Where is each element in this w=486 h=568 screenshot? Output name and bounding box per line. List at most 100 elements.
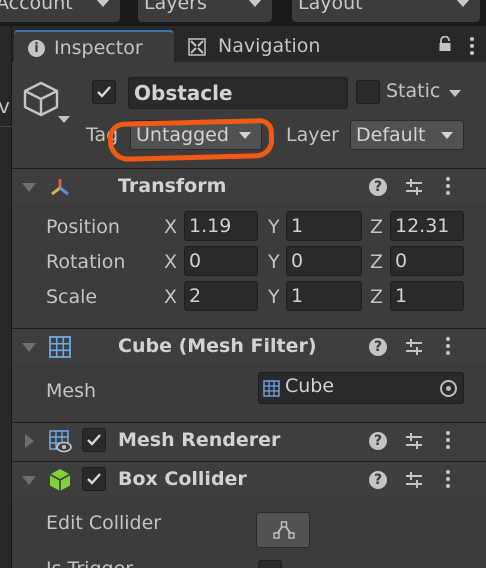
info-icon: i: [28, 40, 45, 57]
presets-icon[interactable]: [404, 471, 424, 489]
box-collider-header[interactable]: Box Collider ?: [12, 461, 486, 497]
divider: [0, 126, 12, 127]
gameobject-cube-icon[interactable]: [22, 80, 60, 118]
position-y-field[interactable]: 1: [286, 211, 362, 241]
foldout-arrow-icon[interactable]: [22, 343, 36, 352]
position-z-field[interactable]: 12.31: [390, 211, 464, 241]
axis-y-label[interactable]: Y: [268, 251, 280, 273]
layout-dropdown[interactable]: Layout: [292, 0, 480, 22]
chevron-down-icon: [239, 132, 251, 139]
tab-inspector[interactable]: i Inspector: [14, 30, 174, 62]
box-collider-title: Box Collider: [118, 468, 247, 490]
presets-icon[interactable]: [404, 338, 424, 356]
axis-y-label[interactable]: Y: [268, 216, 280, 238]
axis-x-label[interactable]: X: [164, 251, 177, 273]
mesh-object-field[interactable]: Cube: [258, 372, 464, 404]
account-label: Account: [0, 0, 73, 14]
tag-value: Untagged: [136, 124, 229, 146]
foldout-arrow-icon[interactable]: [22, 476, 36, 485]
tab-navigation-label: Navigation: [218, 35, 321, 57]
axis-z-label[interactable]: Z: [370, 251, 383, 273]
mesh-value: Cube: [285, 375, 335, 397]
help-icon[interactable]: ?: [369, 178, 387, 196]
static-dropdown-chevron-icon[interactable]: [449, 90, 461, 97]
component-menu-icon[interactable]: [446, 431, 450, 452]
box-collider-enabled-checkbox[interactable]: [82, 467, 106, 491]
chevron-down-icon: [96, 0, 110, 7]
foldout-arrow-icon[interactable]: [25, 434, 34, 448]
inspector-panel: Obstacle Static Tag Untagged Layer Defau…: [12, 62, 486, 568]
help-icon[interactable]: ?: [369, 338, 387, 356]
tab-navigation[interactable]: Navigation: [182, 30, 362, 62]
lock-icon[interactable]: [438, 36, 452, 52]
chevron-down-icon: [456, 0, 470, 7]
checkmark-icon: [87, 434, 101, 446]
layer-value: Default: [356, 124, 426, 146]
mesh-renderer-title: Mesh Renderer: [118, 429, 281, 451]
scale-z-field[interactable]: 1: [390, 281, 464, 311]
rotation-z-field[interactable]: 0: [390, 246, 464, 276]
account-dropdown[interactable]: Account: [0, 0, 120, 22]
layers-dropdown[interactable]: Layers: [138, 0, 272, 22]
chevron-down-icon: [248, 0, 262, 7]
gameobject-header: Obstacle Static Tag Untagged Layer Defau…: [12, 62, 486, 170]
gameobject-name-field[interactable]: Obstacle: [128, 77, 348, 109]
chevron-down-icon[interactable]: [58, 116, 70, 123]
layout-label: Layout: [298, 0, 363, 14]
position-x-field[interactable]: 1.19: [184, 211, 258, 241]
is-trigger-checkbox[interactable]: [258, 560, 282, 568]
box-collider-icon: [49, 469, 71, 491]
static-checkbox[interactable]: [356, 80, 380, 104]
mesh-renderer-enabled-checkbox[interactable]: [82, 428, 106, 452]
help-icon[interactable]: ?: [369, 471, 387, 489]
position-label: Position: [46, 216, 120, 238]
scale-x-field[interactable]: 2: [184, 281, 258, 311]
scale-y-field[interactable]: 1: [286, 281, 362, 311]
toolbar: Account Layers Layout: [0, 0, 486, 26]
edit-collider-button[interactable]: [256, 512, 310, 548]
axis-z-label[interactable]: Z: [370, 216, 383, 238]
tag-dropdown[interactable]: Untagged: [130, 120, 262, 150]
is-trigger-label: Is Trigger: [46, 558, 133, 568]
component-menu-icon[interactable]: [446, 470, 450, 491]
layer-dropdown[interactable]: Default: [350, 120, 464, 150]
mesh-renderer-header[interactable]: Mesh Renderer ?: [12, 422, 486, 458]
mesh-filter-header[interactable]: Cube (Mesh Filter) ?: [12, 328, 486, 364]
presets-icon[interactable]: [404, 432, 424, 450]
edit-collider-icon: [273, 521, 295, 539]
tab-inspector-label: Inspector: [54, 37, 143, 59]
checkmark-icon: [97, 86, 111, 98]
axis-x-label[interactable]: X: [164, 286, 177, 308]
mesh-filter-title: Cube (Mesh Filter): [118, 335, 317, 357]
mesh-label: Mesh: [46, 380, 97, 402]
static-label: Static: [386, 80, 441, 102]
help-icon[interactable]: ?: [369, 432, 387, 450]
adjacent-panel-edge: v: [0, 26, 12, 568]
scale-label: Scale: [46, 286, 98, 308]
mesh-grid-icon: [49, 336, 71, 358]
active-checkbox[interactable]: [92, 80, 116, 104]
presets-icon[interactable]: [404, 178, 424, 196]
object-picker-icon[interactable]: [440, 380, 457, 397]
edit-collider-label: Edit Collider: [46, 512, 162, 534]
clipped-text: v: [0, 94, 10, 118]
axis-y-label[interactable]: Y: [268, 286, 280, 308]
layer-label: Layer: [286, 124, 339, 146]
rotation-y-field[interactable]: 0: [286, 246, 362, 276]
mesh-renderer-icon: [49, 430, 72, 453]
rotation-label: Rotation: [46, 251, 126, 273]
tab-menu-icon[interactable]: [470, 37, 474, 58]
chevron-down-icon: [441, 132, 453, 139]
transform-header[interactable]: Transform ?: [12, 168, 486, 204]
axis-z-label[interactable]: Z: [370, 286, 383, 308]
foldout-arrow-icon[interactable]: [22, 183, 36, 192]
axis-x-label[interactable]: X: [164, 216, 177, 238]
layers-label: Layers: [144, 0, 207, 14]
navigation-icon: [188, 38, 206, 56]
transform-title: Transform: [118, 175, 227, 197]
component-menu-icon[interactable]: [446, 177, 450, 198]
tab-bar: i Inspector Navigation: [12, 26, 486, 62]
component-menu-icon[interactable]: [446, 337, 450, 358]
rotation-x-field[interactable]: 0: [184, 246, 258, 276]
tag-label: Tag: [86, 124, 119, 146]
